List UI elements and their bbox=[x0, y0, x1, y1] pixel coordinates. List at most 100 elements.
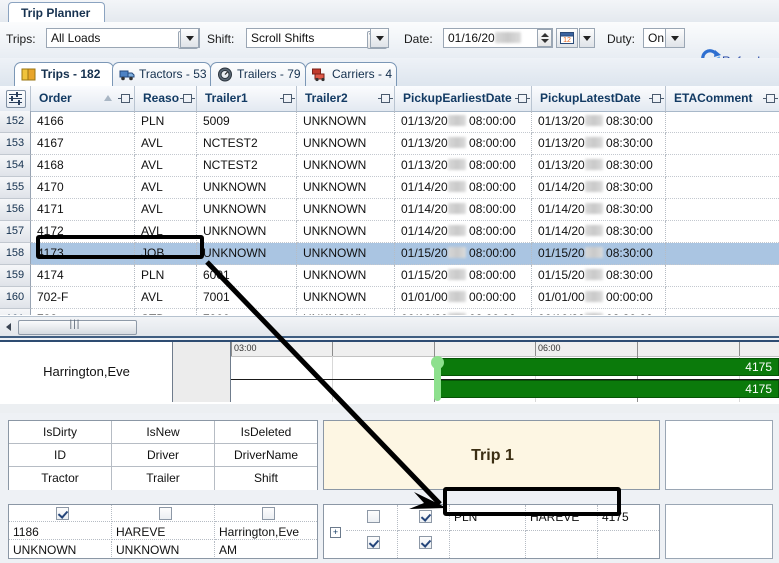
trip-row1-order[interactable]: 4175 bbox=[598, 505, 659, 531]
row-header[interactable]: 161 bbox=[0, 309, 31, 315]
gantt-bar-2[interactable]: 4175 bbox=[437, 380, 779, 398]
pin-icon[interactable] bbox=[652, 94, 661, 103]
pin-icon[interactable] bbox=[183, 94, 192, 103]
cell-order[interactable]: 4171 bbox=[31, 199, 135, 221]
scroll-left-arrow-icon[interactable] bbox=[2, 320, 16, 333]
trip-row1-check1[interactable] bbox=[346, 505, 398, 531]
row-expander-icon[interactable]: + bbox=[330, 527, 341, 538]
cell-trailer2[interactable]: UNKNOWN bbox=[297, 155, 395, 177]
row-header[interactable]: 157 bbox=[0, 221, 31, 243]
pin-icon[interactable] bbox=[283, 94, 292, 103]
cell-eta-comment[interactable] bbox=[666, 243, 779, 265]
cell-pickup-latest-date[interactable]: 01/01/00 00:00:00 bbox=[532, 287, 666, 309]
cell-reason[interactable]: AVL bbox=[135, 199, 197, 221]
cell-eta-comment[interactable] bbox=[666, 133, 779, 155]
cell-eta-comment[interactable] bbox=[666, 155, 779, 177]
trip-row2-check2[interactable] bbox=[398, 531, 450, 558]
column-header-trailer2[interactable]: Trailer2 bbox=[297, 86, 395, 111]
cell-pickup-earliest-date[interactable]: 06/10/20 08:00:00 bbox=[395, 309, 532, 315]
cell-pickup-earliest-date[interactable]: 01/14/20 08:00:00 bbox=[395, 199, 532, 221]
cell-order[interactable]: 4170 bbox=[31, 177, 135, 199]
cell-trailer1[interactable]: NCTEST2 bbox=[197, 155, 297, 177]
checkbox-checked-icon[interactable] bbox=[56, 507, 69, 520]
prop-value-tractor[interactable]: UNKNOWN bbox=[9, 541, 112, 557]
cell-trailer2[interactable]: UNKNOWN bbox=[297, 199, 395, 221]
cell-trailer2[interactable]: UNKNOWN bbox=[297, 111, 395, 133]
checkbox-checked-icon[interactable] bbox=[419, 510, 432, 523]
checkbox-checked-icon[interactable] bbox=[367, 536, 380, 549]
table-row[interactable]: 161738STD7900UNKNOWN06/10/20 08:00:0006/… bbox=[0, 309, 779, 315]
trips-select[interactable]: All Loads bbox=[46, 28, 200, 48]
cell-order[interactable]: 4172 bbox=[31, 221, 135, 243]
cell-reason[interactable]: PLN bbox=[135, 265, 197, 287]
column-chooser-icon[interactable] bbox=[6, 90, 26, 108]
cell-pickup-earliest-date[interactable]: 01/13/20 08:00:00 bbox=[395, 155, 532, 177]
cell-eta-comment[interactable] bbox=[666, 177, 779, 199]
prop-value-id[interactable]: 1186 bbox=[9, 523, 112, 540]
cell-trailer1[interactable]: 7001 bbox=[197, 287, 297, 309]
cell-eta-comment[interactable] bbox=[666, 221, 779, 243]
cell-reason[interactable]: STD bbox=[135, 309, 197, 315]
cell-pickup-latest-date[interactable]: 01/14/20 08:30:00 bbox=[532, 221, 666, 243]
trip-row1-driver[interactable]: HAREVE bbox=[526, 505, 598, 531]
cell-reason[interactable]: PLN bbox=[135, 111, 197, 133]
cell-order[interactable]: 738 bbox=[31, 309, 135, 315]
cell-trailer1[interactable]: 5009 bbox=[197, 111, 297, 133]
row-header[interactable]: 160 bbox=[0, 287, 31, 309]
column-header-order[interactable]: Order bbox=[31, 86, 135, 111]
pin-icon[interactable] bbox=[766, 94, 775, 103]
cell-reason[interactable]: AVL bbox=[135, 155, 197, 177]
cell-trailer2[interactable]: UNKNOWN bbox=[297, 177, 395, 199]
shift-dropdown-button[interactable] bbox=[370, 28, 389, 48]
cell-pickup-latest-date[interactable]: 06/10/20 08:30:00 bbox=[532, 309, 666, 315]
column-header-eta-comment[interactable]: ETAComment bbox=[666, 86, 779, 111]
tab-tractors[interactable]: Tractors - 53 bbox=[112, 62, 211, 86]
checkbox-unchecked-icon[interactable] bbox=[367, 510, 380, 523]
cell-pickup-earliest-date[interactable]: 01/14/20 08:00:00 bbox=[395, 177, 532, 199]
scrollbar-thumb[interactable] bbox=[18, 320, 137, 335]
trip-row1-reason[interactable]: PLN bbox=[450, 505, 526, 531]
checkbox-unchecked-icon[interactable] bbox=[262, 507, 275, 520]
column-header-reason[interactable]: Reaso bbox=[135, 86, 197, 111]
date-spinner[interactable] bbox=[537, 29, 552, 47]
trip-row2-check1[interactable] bbox=[346, 531, 398, 558]
cell-order[interactable]: 4166 bbox=[31, 111, 135, 133]
cell-reason[interactable]: JOB bbox=[135, 243, 197, 265]
table-row[interactable]: 1574172AVLUNKNOWNUNKNOWN01/14/20 08:00:0… bbox=[0, 221, 779, 243]
cell-trailer1[interactable]: 6001 bbox=[197, 265, 297, 287]
prop-value-shift[interactable]: AM bbox=[215, 541, 317, 557]
cell-order[interactable]: 4174 bbox=[31, 265, 135, 287]
table-row[interactable]: 160702-FAVL7001UNKNOWN01/01/00 00:00:000… bbox=[0, 287, 779, 309]
cell-pickup-earliest-date[interactable]: 01/01/00 00:00:00 bbox=[395, 287, 532, 309]
cell-trailer1[interactable]: NCTEST2 bbox=[197, 133, 297, 155]
cell-pickup-latest-date[interactable]: 01/14/20 08:30:00 bbox=[532, 199, 666, 221]
tab-trailers[interactable]: Trailers - 79 bbox=[210, 62, 306, 86]
table-row[interactable]: 1594174PLN6001UNKNOWN01/15/20 08:00:0001… bbox=[0, 265, 779, 287]
shift-select[interactable]: Scroll Shifts bbox=[246, 28, 389, 48]
checkbox-unchecked-icon[interactable] bbox=[159, 507, 172, 520]
row-header[interactable]: 153 bbox=[0, 133, 31, 155]
prop-check-isdeleted[interactable] bbox=[215, 505, 317, 522]
cell-trailer1[interactable]: UNKNOWN bbox=[197, 243, 297, 265]
cell-reason[interactable]: AVL bbox=[135, 287, 197, 309]
table-row[interactable]: 1544168AVLNCTEST2UNKNOWN01/13/20 08:00:0… bbox=[0, 155, 779, 177]
cell-pickup-earliest-date[interactable]: 01/15/20 08:00:00 bbox=[395, 265, 532, 287]
column-header-pickup-earliest-date[interactable]: PickupEarliestDate bbox=[395, 86, 532, 111]
pin-icon[interactable] bbox=[381, 94, 390, 103]
prop-value-drivername[interactable]: Harrington,Eve bbox=[215, 523, 317, 540]
cell-trailer2[interactable]: UNKNOWN bbox=[297, 309, 395, 315]
gantt-bar-1[interactable]: 4175 bbox=[437, 358, 779, 376]
cell-pickup-earliest-date[interactable]: 01/13/20 08:00:00 bbox=[395, 111, 532, 133]
cell-trailer2[interactable]: UNKNOWN bbox=[297, 221, 395, 243]
cell-pickup-latest-date[interactable]: 01/14/20 08:30:00 bbox=[532, 177, 666, 199]
timeline-driver-cell[interactable]: Harrington,Eve bbox=[0, 342, 173, 402]
row-header[interactable]: 159 bbox=[0, 265, 31, 287]
pin-icon[interactable] bbox=[121, 94, 130, 103]
prop-check-isnew[interactable] bbox=[112, 505, 215, 522]
table-row[interactable]: 1534167AVLNCTEST2UNKNOWN01/13/20 08:00:0… bbox=[0, 133, 779, 155]
trip-row2-reason[interactable] bbox=[450, 531, 526, 558]
tab-trips[interactable]: Trips - 182 bbox=[14, 62, 114, 86]
table-row[interactable]: 1564171AVLUNKNOWNUNKNOWN01/14/20 08:00:0… bbox=[0, 199, 779, 221]
checkbox-checked-icon[interactable] bbox=[419, 536, 432, 549]
tab-carriers[interactable]: Carriers - 4 bbox=[305, 62, 397, 86]
